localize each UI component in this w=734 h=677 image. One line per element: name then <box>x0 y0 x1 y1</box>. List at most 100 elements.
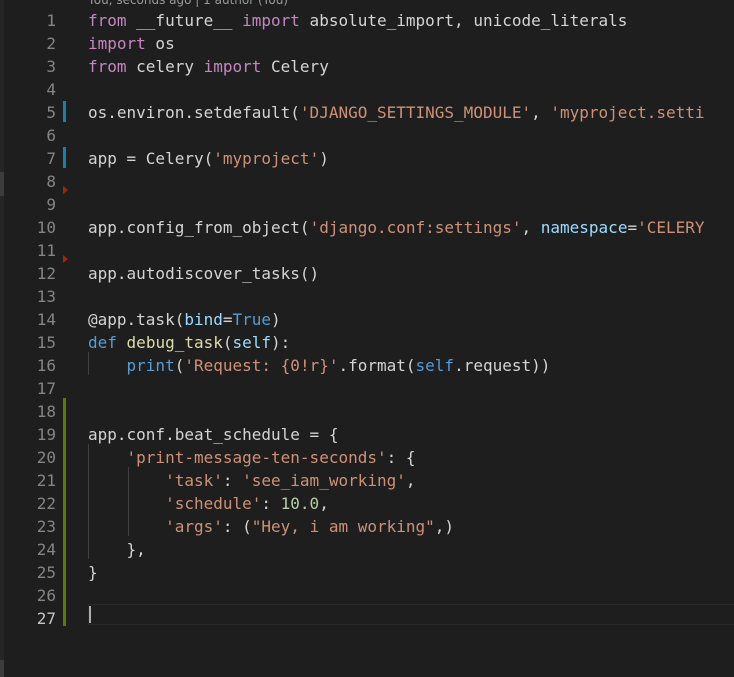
code-token: .request)) <box>454 356 551 375</box>
code-token: : ( <box>222 517 252 536</box>
code-token: namespace <box>540 218 628 237</box>
code-line[interactable]: 24 }, <box>0 538 734 561</box>
code-token: ): <box>271 333 291 352</box>
code-text[interactable]: }, <box>88 538 146 561</box>
code-token: 'DJANGO_SETTINGS_MODULE' <box>299 103 532 122</box>
code-line[interactable]: 6 <box>0 124 734 147</box>
code-text[interactable]: 'args': ("Hey, i am working",) <box>88 515 454 538</box>
code-text[interactable]: @app.task(bind=True) <box>88 308 281 331</box>
code-editor[interactable]: You, seconds ago | 1 author (You) 1 from … <box>0 0 734 677</box>
code-line[interactable]: 1 from __future__ import absolute_import,… <box>0 9 734 32</box>
line-number: 8 <box>46 172 56 191</box>
code-token: app.conf.beat_schedule = { <box>88 425 339 444</box>
code-line[interactable]: 23 'args': ("Hey, i am working",) <box>0 515 734 538</box>
line-number: 27 <box>36 609 56 628</box>
code-token: absolute_import, unicode_literals <box>299 11 628 30</box>
gutter-deleted-marker[interactable] <box>63 186 68 194</box>
code-line[interactable]: 11 <box>0 239 734 262</box>
line-number: 21 <box>36 471 56 490</box>
code-line[interactable]: 10 app.config_from_object('django.conf:se… <box>0 216 734 239</box>
line-number: 10 <box>36 218 56 237</box>
code-line[interactable]: 25} <box>0 561 734 584</box>
code-line[interactable]: 4 <box>0 78 734 101</box>
line-number: 22 <box>36 494 56 513</box>
code-token: ( <box>174 356 185 375</box>
code-text[interactable]: from __future__ import absolute_import, … <box>88 9 627 32</box>
code-line[interactable]: 15 def debug_task(self): <box>0 331 734 354</box>
code-line[interactable]: 7 app = Celery('myproject') <box>0 147 734 170</box>
code-text[interactable]: } <box>88 561 98 584</box>
code-line[interactable]: 18 <box>0 400 734 423</box>
code-token: = <box>222 310 233 329</box>
gutter-modified-marker[interactable] <box>63 147 66 168</box>
code-token: debug_task <box>126 333 223 352</box>
code-token: : { <box>386 448 416 467</box>
code-token: }, <box>88 540 146 559</box>
code-token: app = Celery( <box>88 149 214 168</box>
code-token: "Hey, i am working" <box>251 517 435 536</box>
code-line[interactable]: 12 app.autodiscover_tasks() <box>0 262 734 285</box>
code-text[interactable]: def debug_task(self): <box>88 331 290 354</box>
indent-guide <box>88 444 89 559</box>
code-text[interactable]: 'schedule': 10.0, <box>88 492 329 515</box>
line-number: 14 <box>36 310 56 329</box>
code-text[interactable]: 'task': 'see_iam_working', <box>88 469 415 492</box>
text-cursor <box>89 606 91 623</box>
line-number: 24 <box>36 540 56 559</box>
code-token: ) <box>271 310 281 329</box>
gutter-added-marker[interactable] <box>63 398 66 626</box>
code-token: import <box>203 57 262 76</box>
code-line[interactable]: 16 print('Request: {0!r}'.format(self.re… <box>0 354 734 377</box>
line-number: 4 <box>46 80 56 99</box>
code-text[interactable]: app = Celery('myproject') <box>88 147 329 170</box>
code-token: 'myproject.setti <box>550 103 705 122</box>
code-text[interactable]: app.autodiscover_tasks() <box>88 262 319 285</box>
code-text[interactable]: from celery import Celery <box>88 55 329 78</box>
code-token: 'Request: {0!r}' <box>184 356 339 375</box>
code-token: True <box>232 310 272 329</box>
code-line[interactable]: 22 'schedule': 10.0, <box>0 492 734 515</box>
code-line[interactable]: 5 os.environ.setdefault('DJANGO_SETTINGS_… <box>0 101 734 124</box>
code-token: app.autodiscover_tasks() <box>88 264 320 283</box>
code-text[interactable]: 'print-message-ten-seconds': { <box>88 446 416 469</box>
code-token: 'CELERY <box>637 218 705 237</box>
code-line[interactable]: 19 app.conf.beat_schedule = { <box>0 423 734 446</box>
codelens-git-blame[interactable]: You, seconds ago | 1 author (You) <box>88 0 288 8</box>
code-token: import <box>88 34 146 53</box>
code-token: os.environ.setdefault( <box>88 103 300 122</box>
gutter-modified-marker[interactable] <box>63 101 66 122</box>
code-text[interactable]: app.config_from_object('django.conf:sett… <box>88 216 705 239</box>
code-token: @app.task( <box>88 310 185 329</box>
code-line[interactable]: 20 'print-message-ten-seconds': { <box>0 446 734 469</box>
code-token: app.config_from_object( <box>88 218 310 237</box>
code-line[interactable]: 21 'task': 'see_iam_working', <box>0 469 734 492</box>
line-number: 15 <box>36 333 56 352</box>
code-line[interactable]: 9 <box>0 193 734 216</box>
gutter-deleted-marker[interactable] <box>63 255 68 263</box>
code-text[interactable]: print('Request: {0!r}'.format(self.reque… <box>88 354 551 377</box>
code-text[interactable]: app.conf.beat_schedule = { <box>88 423 338 446</box>
code-line[interactable]: 2 import os <box>0 32 734 55</box>
code-token: = <box>627 218 638 237</box>
code-line[interactable]: 8 <box>0 170 734 193</box>
code-token: print <box>126 356 175 375</box>
line-number: 19 <box>36 425 56 444</box>
current-line-highlight <box>88 604 734 625</box>
code-line[interactable]: 3 from celery import Celery <box>0 55 734 78</box>
code-text[interactable]: import os <box>88 32 175 55</box>
code-token: 'print-message-ten-seconds' <box>126 448 387 467</box>
code-line[interactable]: 14 @app.task(bind=True) <box>0 308 734 331</box>
code-line[interactable]: 17 <box>0 377 734 400</box>
line-number: 7 <box>46 149 56 168</box>
line-number: 9 <box>46 195 56 214</box>
code-text[interactable]: os.environ.setdefault('DJANGO_SETTINGS_M… <box>88 101 705 124</box>
code-token: : <box>261 494 281 513</box>
code-token: Celery <box>261 57 329 76</box>
code-line[interactable]: 13 <box>0 285 734 308</box>
line-number: 18 <box>36 402 56 421</box>
code-token: os <box>145 34 175 53</box>
line-number: 23 <box>36 517 56 536</box>
